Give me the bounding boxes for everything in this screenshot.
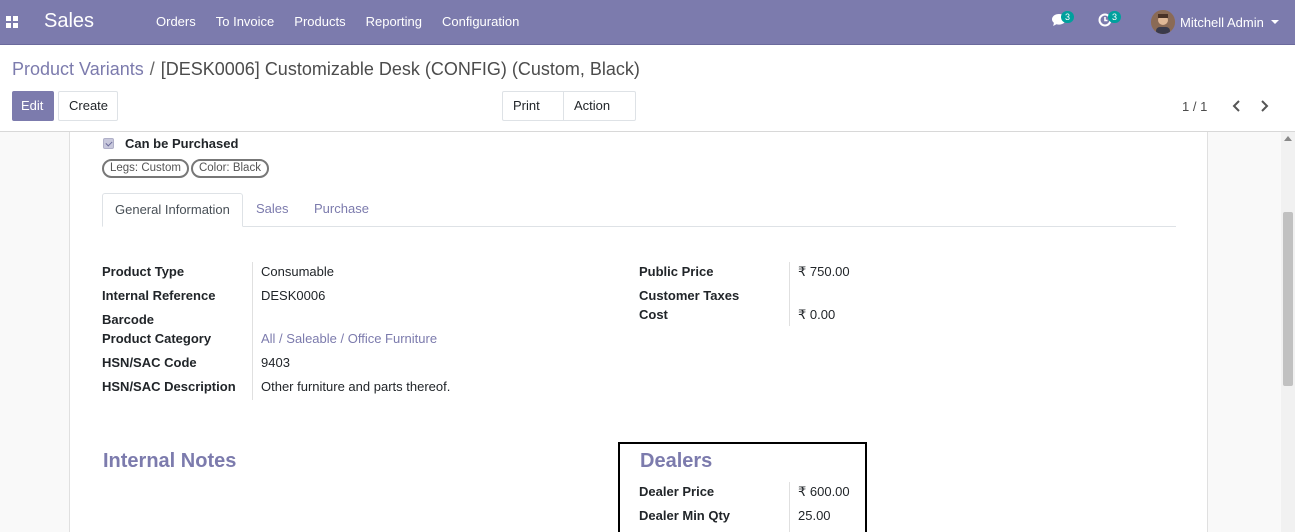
form-sheet: Can be Purchased Legs: Custom Color: Bla… — [69, 132, 1208, 532]
print-dropdown-button[interactable]: Print — [502, 91, 564, 136]
dealer-price-value: ₹ 600.00 — [798, 484, 850, 499]
breadcrumb: Product Variants / [DESK0006] Customizable… — [12, 59, 640, 80]
apps-menu-icon[interactable] — [6, 16, 18, 28]
chevron-down-icon[interactable] — [1271, 20, 1279, 24]
product-category-link[interactable]: All / Saleable / Office Furniture — [261, 331, 437, 346]
internal-reference-label: Internal Reference — [102, 288, 216, 303]
can-be-purchased-label: Can be Purchased — [125, 136, 239, 151]
field-divider — [252, 262, 253, 400]
user-name[interactable]: Mitchell Admin — [1180, 15, 1264, 30]
product-category-label: Product Category — [102, 331, 212, 346]
hsn-sac-code-label: HSN/SAC Code — [102, 355, 197, 370]
notebook-tabs: General Information Sales Purchase — [102, 193, 1176, 227]
messages-count-badge: 3 — [1061, 11, 1074, 23]
hsn-sac-description-value: Other furniture and parts thereof. — [261, 379, 451, 394]
print-label: Print — [513, 98, 540, 113]
dealer-min-qty-label: Dealer Min Qty — [639, 508, 731, 523]
activities-button[interactable]: 3 — [1098, 11, 1121, 27]
tab-purchase[interactable]: Purchase — [302, 193, 381, 227]
edit-button[interactable]: Edit — [12, 91, 54, 121]
menu-item-products[interactable]: Products — [284, 14, 355, 29]
menu-item-configuration[interactable]: Configuration — [432, 14, 529, 29]
product-type-value: Consumable — [261, 264, 334, 279]
messages-button[interactable]: 3 — [1051, 11, 1074, 27]
public-price-value: ₹ 750.00 — [798, 264, 850, 279]
cost-label: Cost — [639, 307, 668, 322]
hsn-sac-code-value: 9403 — [261, 355, 290, 370]
control-panel: Product Variants / [DESK0006] Customizable… — [0, 45, 1295, 136]
dealer-price-label: Dealer Price — [639, 484, 715, 499]
menu-item-reporting[interactable]: Reporting — [356, 14, 432, 29]
internal-reference-value: DESK0006 — [261, 288, 326, 303]
pager-value[interactable]: 1 / 1 — [1182, 99, 1207, 114]
public-price-label: Public Price — [639, 264, 714, 279]
menu-item-orders[interactable]: Orders — [146, 14, 206, 29]
cost-value: ₹ 0.00 — [798, 307, 836, 322]
chevron-right-icon — [1261, 100, 1269, 112]
hsn-sac-description-label: HSN/SAC Description — [102, 379, 236, 394]
product-type-label: Product Type — [102, 264, 185, 279]
customer-taxes-label: Customer Taxes — [639, 288, 740, 303]
breadcrumb-separator: / — [149, 59, 155, 79]
pager-previous-button[interactable] — [1230, 99, 1244, 113]
app-brand[interactable]: Sales — [44, 10, 94, 33]
create-button[interactable]: Create — [58, 91, 118, 121]
tab-sales[interactable]: Sales — [244, 193, 301, 227]
attribute-tags: Legs: Custom Color: Black — [102, 159, 271, 178]
main-menu: Orders To Invoice Products Reporting Con… — [146, 14, 529, 29]
top-navbar: Sales Orders To Invoice Products Reporti… — [0, 0, 1295, 45]
user-avatar[interactable] — [1151, 10, 1175, 34]
barcode-label: Barcode — [102, 312, 155, 327]
action-label: Action — [574, 98, 611, 113]
menu-item-to-invoice[interactable]: To Invoice — [206, 14, 285, 29]
chevron-left-icon — [1232, 100, 1240, 112]
field-divider — [789, 482, 790, 532]
activities-count-badge: 3 — [1108, 11, 1121, 23]
form-view: Can be Purchased Legs: Custom Color: Bla… — [0, 132, 1281, 532]
can-be-purchased-checkbox[interactable] — [103, 138, 114, 149]
vertical-scrollbar[interactable] — [1281, 132, 1295, 532]
pager-next-button[interactable] — [1257, 99, 1271, 113]
tag-color-black: Color: Black — [190, 159, 269, 178]
field-divider — [789, 262, 790, 326]
action-dropdown-button[interactable]: Action — [563, 91, 636, 136]
internal-notes-title: Internal Notes — [103, 450, 237, 472]
dealer-min-qty-value: 25.00 — [798, 508, 831, 523]
scroll-up-arrow-icon[interactable] — [1284, 136, 1292, 141]
breadcrumb-current: [DESK0006] Customizable Desk (CONFIG) (C… — [160, 59, 640, 79]
tab-general-information[interactable]: General Information — [102, 193, 243, 227]
tag-legs-custom: Legs: Custom — [102, 159, 189, 178]
breadcrumb-parent-link[interactable]: Product Variants — [12, 59, 144, 79]
scrollbar-thumb[interactable] — [1283, 212, 1293, 386]
dealers-title: Dealers — [640, 450, 713, 472]
